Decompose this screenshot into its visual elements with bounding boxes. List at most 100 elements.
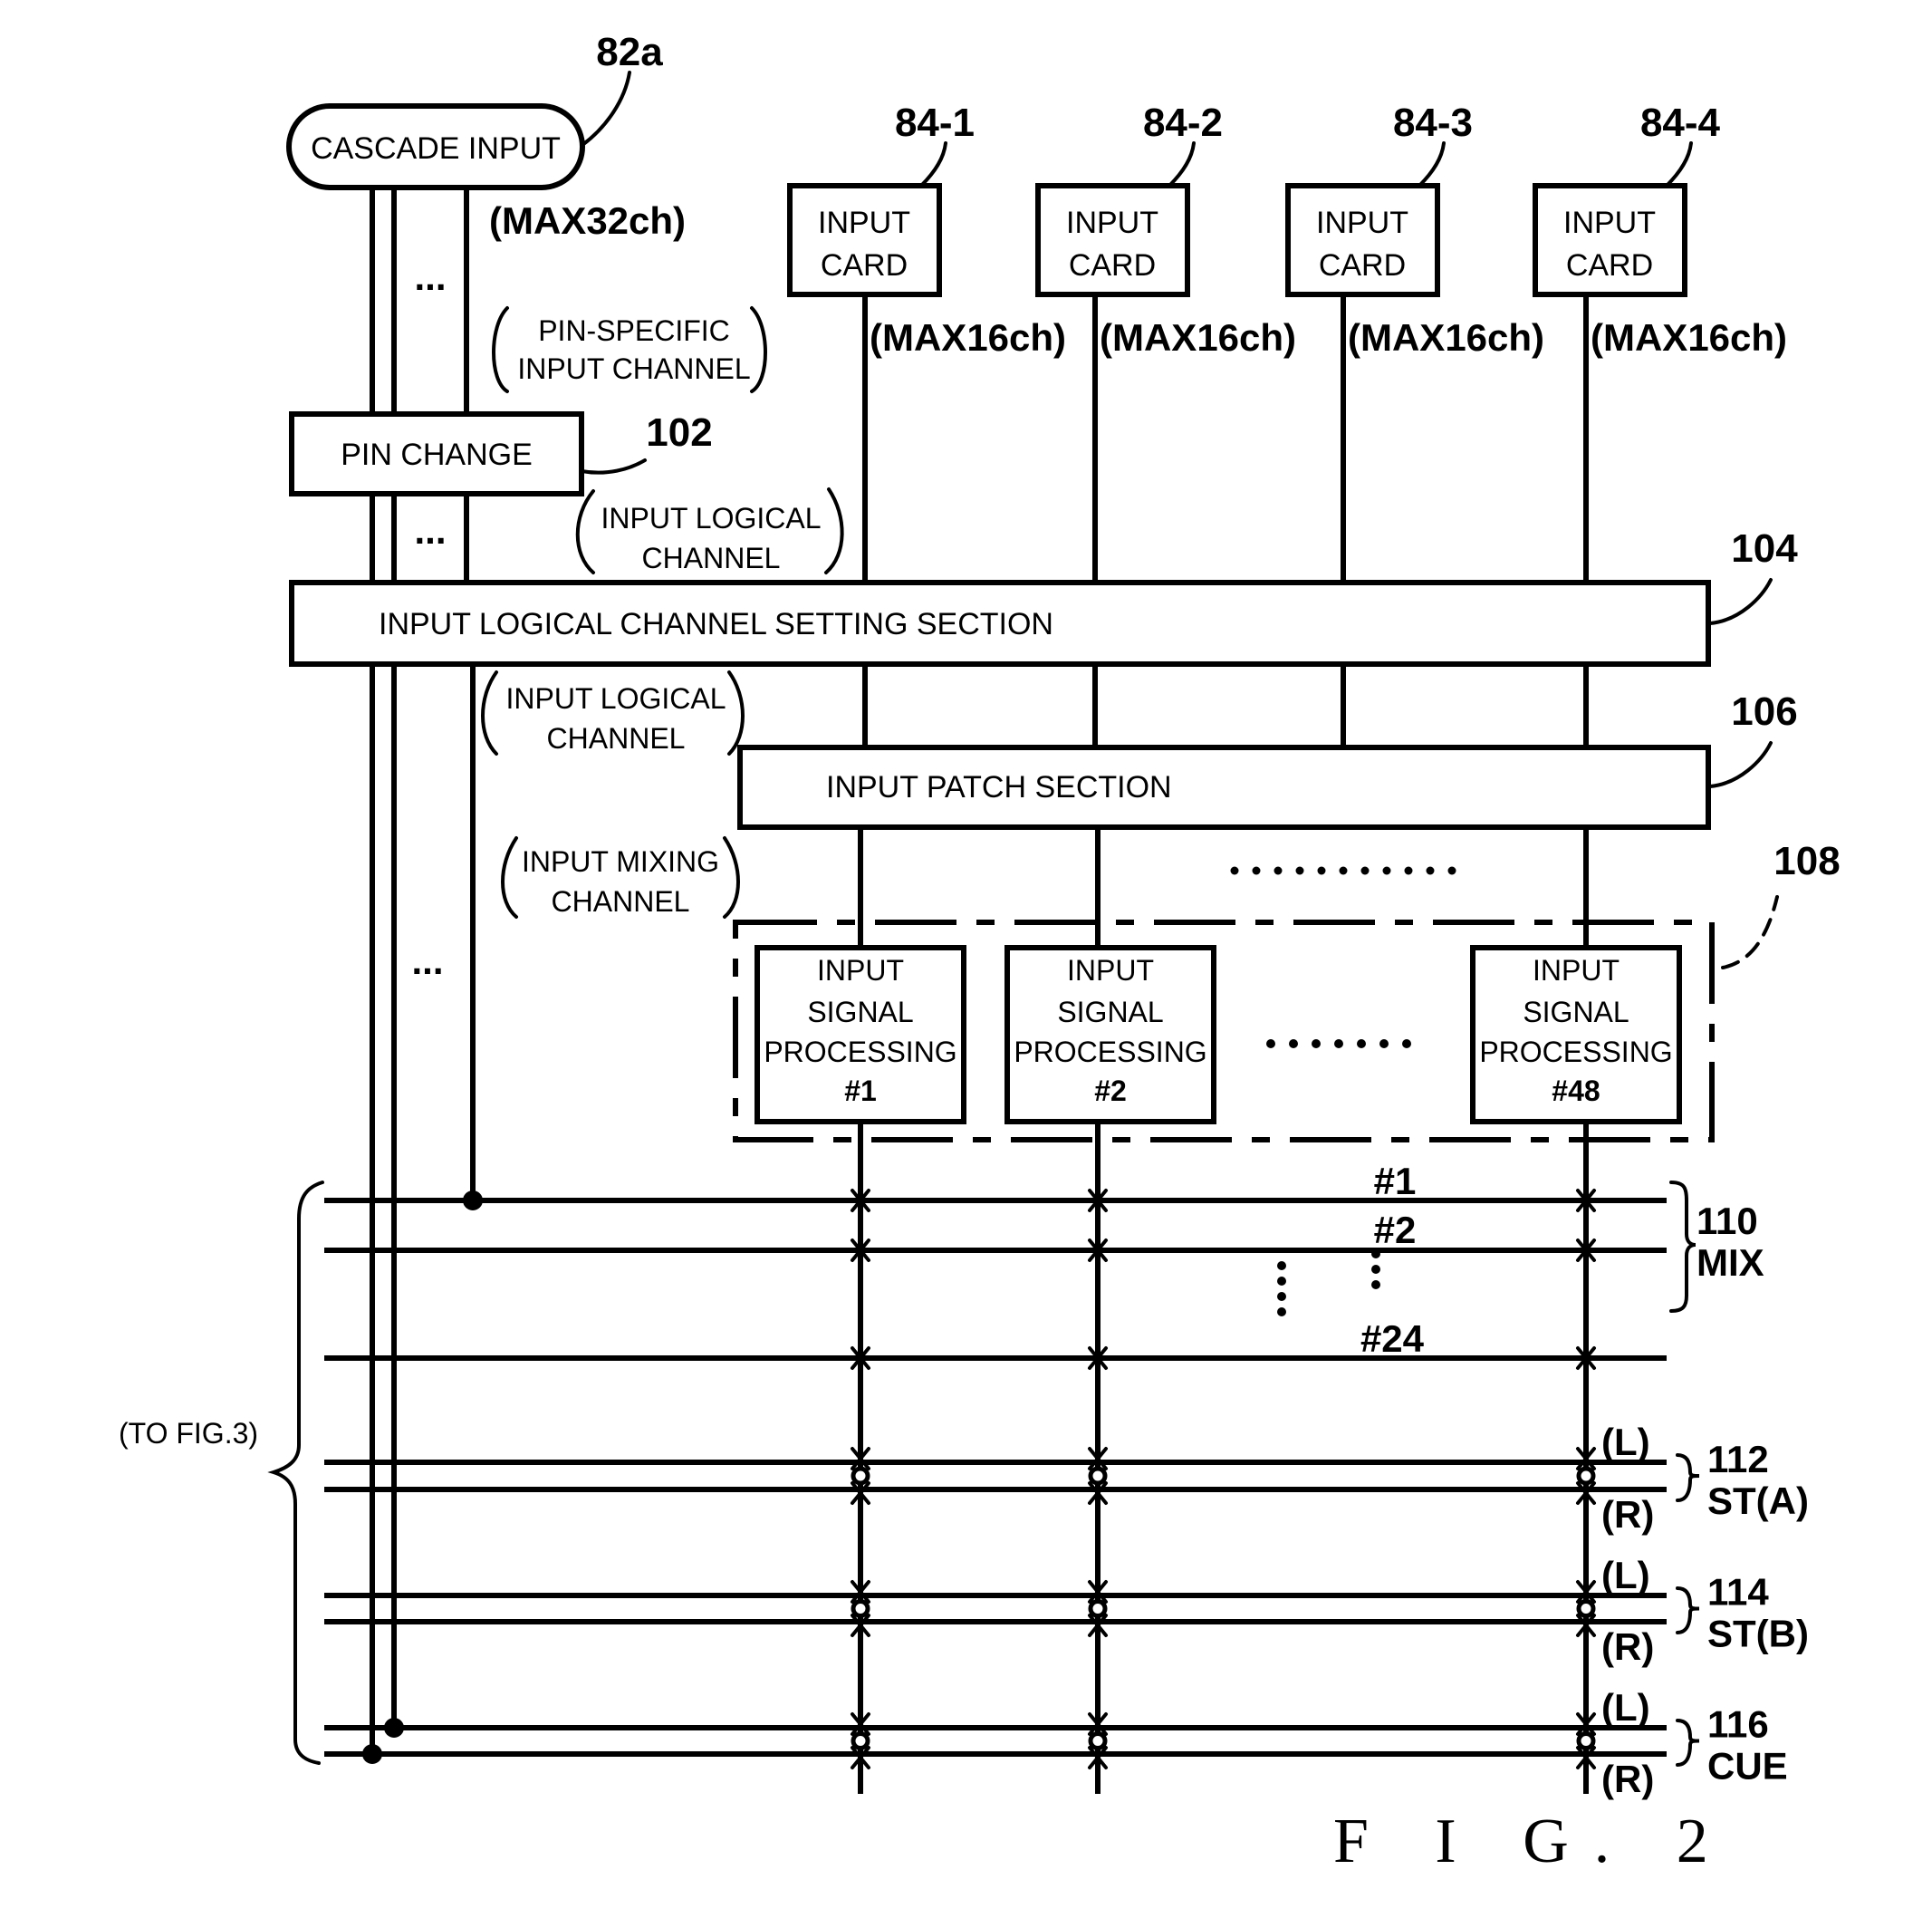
input-card-line2: CARD (821, 248, 908, 283)
input-card-line1: INPUT (1066, 206, 1158, 240)
ref-110: 110 (1697, 1200, 1758, 1242)
paren-left (481, 670, 498, 756)
ref-104: 104 (1731, 526, 1798, 571)
ref-82a: 82a (596, 30, 663, 74)
ellipsis-1: ... (414, 255, 446, 298)
paren-right (723, 836, 740, 919)
mixing-channel-annotation: INPUT MIXING CHANNEL (501, 836, 740, 919)
junction-dot-cue-l (384, 1718, 404, 1738)
dot (1266, 1039, 1275, 1048)
mix-group-label: 110 MIX (1669, 1181, 1764, 1313)
dot (1360, 866, 1370, 875)
group-ref: 112 (1707, 1438, 1769, 1480)
card-max-channels: (MAX16ch) (1591, 316, 1787, 359)
dot (1371, 1265, 1380, 1274)
dotted-ellipsis-middle (1266, 1039, 1411, 1048)
dotted-ellipsis-upper (1230, 866, 1456, 875)
dot (1371, 1280, 1380, 1289)
sp-num: #1 (844, 1075, 877, 1107)
group-st_b: (L) (R) 114ST(B) (1601, 1554, 1809, 1668)
paren-right (727, 670, 745, 756)
sp-line3: PROCESSING (764, 1036, 956, 1068)
dot (1382, 866, 1391, 875)
sp-line1: INPUT (1067, 954, 1154, 987)
card-max-channels: (MAX16ch) (870, 316, 1066, 359)
dot (1230, 866, 1239, 875)
logical-2-line2: CHANNEL (547, 722, 686, 755)
bus-label-2: #2 (1374, 1209, 1417, 1251)
crosspoint-o (851, 1466, 870, 1486)
input-card-line1: INPUT (1563, 206, 1656, 240)
leader-84-3 (1418, 141, 1446, 188)
card-max-channels: (MAX16ch) (1348, 316, 1544, 359)
left-brace (267, 1181, 324, 1765)
logical-2-line1: INPUT LOGICAL (505, 682, 726, 715)
leader-84-4 (1665, 141, 1693, 188)
mix-name: MIX (1697, 1241, 1764, 1284)
sp-line2: SIGNAL (1523, 996, 1629, 1028)
right-channel-label: (R) (1601, 1625, 1654, 1668)
setting-section-label: INPUT LOGICAL CHANNEL SETTING SECTION (379, 607, 1053, 641)
crosspoint-o (851, 1599, 870, 1618)
ref-102: 102 (646, 410, 712, 455)
pin-specific-line1: PIN-SPECIFIC (538, 314, 730, 347)
card-ref: 84-4 (1640, 101, 1721, 145)
leader-84-2 (1168, 141, 1196, 188)
leader-108 (1721, 895, 1779, 969)
bus-lines (324, 1198, 1667, 1757)
sp-num: #48 (1552, 1075, 1600, 1107)
card-ref: 84-3 (1393, 101, 1473, 145)
mix-vertical-dots (1277, 1249, 1380, 1316)
dot (1277, 1292, 1286, 1301)
logical-1-line2: CHANNEL (642, 542, 781, 574)
logical-channel-annotation-2: INPUT LOGICAL CHANNEL (481, 670, 745, 756)
channel-columns (858, 1122, 1589, 1794)
to-fig3-label: (TO FIG.3) (119, 1417, 258, 1450)
dot (1447, 866, 1456, 875)
bus-label-24: #24 (1360, 1317, 1425, 1360)
paren-left (492, 306, 509, 393)
sp-line1: INPUT (817, 954, 904, 987)
logical-channel-annotation-1: INPUT LOGICAL CHANNEL (575, 487, 844, 574)
signal-processing-block-3: INPUT SIGNAL PROCESSING #48 (1470, 827, 1682, 1124)
crosspoint-o (851, 1731, 870, 1750)
junction-dot-cue-r (362, 1744, 382, 1764)
dot (1371, 1249, 1380, 1258)
figure-caption: F I G. 2 (1333, 1807, 1734, 1876)
crosspoint-o (1088, 1599, 1108, 1618)
dot (1274, 866, 1283, 875)
ellipsis-2: ... (414, 509, 446, 552)
group-ref: 116 (1707, 1703, 1769, 1746)
leader-102 (580, 458, 647, 475)
cascade-input-label: CASCADE INPUT (311, 131, 561, 166)
card-ref: 84-1 (895, 101, 975, 145)
dot (1402, 1039, 1411, 1048)
group-brace (1676, 1586, 1700, 1634)
group-st_a: (L) (R) 112ST(A) (1601, 1421, 1809, 1536)
sp-line2: SIGNAL (1057, 996, 1163, 1028)
dot (1289, 1039, 1298, 1048)
dot (1357, 1039, 1366, 1048)
leader-82a (581, 71, 631, 147)
stereo-group-labels: (L) (R) 112ST(A) (L) (R) 114ST(B) (L) (R) 116CUE (1601, 1421, 1809, 1800)
cascade-max-channels: (MAX32ch) (489, 199, 686, 242)
crosspoint-o (1576, 1599, 1596, 1618)
dot (1277, 1261, 1286, 1270)
dot (1312, 1039, 1321, 1048)
pin-specific-annotation: PIN-SPECIFIC INPUT CHANNEL (492, 306, 767, 393)
patch-section-label: INPUT PATCH SECTION (826, 770, 1172, 805)
dot (1317, 866, 1326, 875)
ellipsis-3: ... (411, 940, 443, 982)
dot (1404, 866, 1413, 875)
sp-line2: SIGNAL (807, 996, 913, 1028)
pin-change-block: PIN CHANGE 102 (289, 410, 713, 496)
signal-processing-block-1: INPUT SIGNAL PROCESSING #1 (755, 827, 966, 1124)
group-name: ST(A) (1707, 1479, 1809, 1522)
block-diagram: CASCADE INPUT 82a (MAX32ch) ... ... ... … (119, 30, 1841, 1876)
leader-104 (1708, 578, 1773, 625)
ref-106: 106 (1731, 689, 1797, 734)
right-channel-label: (R) (1601, 1493, 1654, 1536)
dot (1252, 866, 1261, 875)
dot (1334, 1039, 1343, 1048)
crosspoint-o (1088, 1731, 1108, 1750)
